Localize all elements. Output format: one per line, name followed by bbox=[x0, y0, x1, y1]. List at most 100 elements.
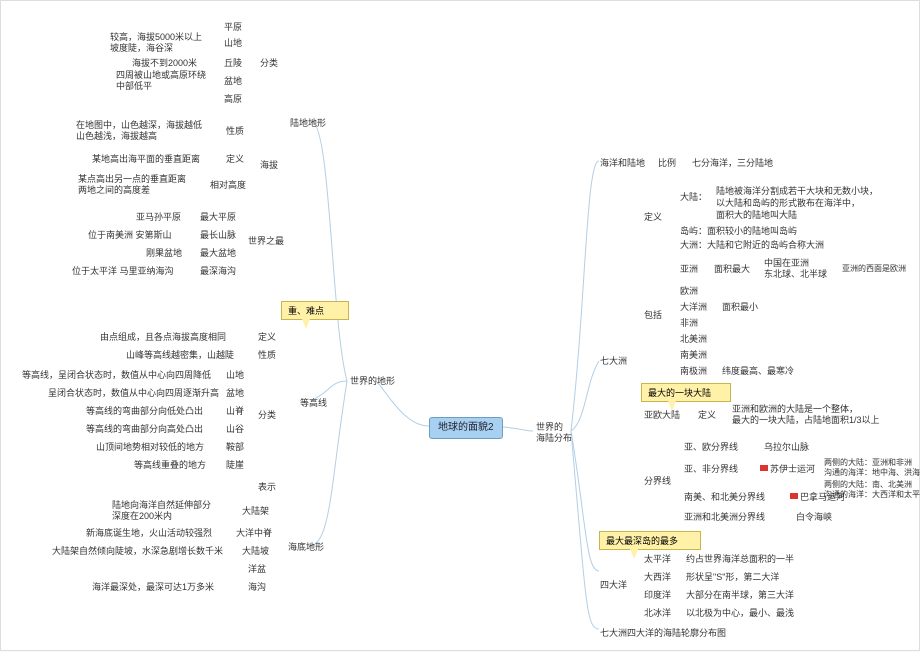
longest-range-l: 最长山脉 bbox=[197, 229, 239, 242]
indian-t: 大部分在南半球，第三大洋 bbox=[683, 589, 797, 602]
antarctica-t: 纬度最高、最寒冷 bbox=[719, 365, 797, 378]
flag-icon bbox=[760, 465, 768, 471]
cc-ridge: 山脊 bbox=[223, 405, 247, 418]
continent-def: 大洲：大陆和它附近的岛屿合称大洲 bbox=[677, 239, 827, 252]
deepest-trench-l: 最深海沟 bbox=[197, 265, 239, 278]
contour-show: 表示 bbox=[255, 481, 279, 494]
contour-char-t: 山峰等高线越密集，山越陡 bbox=[123, 349, 237, 362]
land-terrain[interactable]: 陆地地形 bbox=[287, 117, 329, 130]
contour[interactable]: 等高线 bbox=[297, 397, 330, 410]
cc-basin-t: 呈闭合状态时，数值从中心向四周逐渐升高 bbox=[45, 387, 222, 400]
oceania-small: 面积最小 bbox=[719, 301, 761, 314]
atlantic-t: 形状呈"S"形，第二大洋 bbox=[683, 571, 782, 584]
mainland-t3: 面积大的陆地叫大陆 bbox=[713, 209, 800, 222]
atlantic-l: 大西洋 bbox=[641, 571, 674, 584]
hill-text: 海拔不到2000米 bbox=[129, 57, 200, 70]
indian-l: 印度洋 bbox=[641, 589, 674, 602]
slope-l: 大陆坡 bbox=[239, 545, 272, 558]
namerica: 北美洲 bbox=[677, 333, 710, 346]
cc-mountain-t: 等高线，呈闭合状态时，数值从中心向四周降低 bbox=[19, 369, 214, 382]
europe: 欧洲 bbox=[677, 285, 701, 298]
world-terrain[interactable]: 世界的地形 bbox=[347, 375, 398, 388]
shelf-t: 陆地向海洋自然延伸部分 深度在200米内 bbox=[109, 499, 214, 523]
bering: 白令海峡 bbox=[793, 511, 835, 524]
cc-saddle-t: 山顶间地势相对较低的地方 bbox=[93, 441, 207, 454]
root-node[interactable]: 地球的面貌2 bbox=[429, 417, 503, 439]
cc-cliff: 陡崖 bbox=[223, 459, 247, 472]
asia-na-b: 亚洲和北美洲分界线 bbox=[681, 511, 768, 524]
seven-continents[interactable]: 七大洲 bbox=[597, 355, 630, 368]
pacific-l: 太平洋 bbox=[641, 553, 674, 566]
shelf-l: 大陆架 bbox=[239, 505, 272, 518]
mountain-text: 较高，海拔5000米以上 坡度陡，海谷深 bbox=[107, 31, 205, 55]
altitude-char-text: 在地图中，山色越深，海拔越低 山色越浅，海拔越高 bbox=[73, 119, 205, 143]
rel-height-label: 相对高度 bbox=[207, 179, 249, 192]
asia-africa-b: 亚、非分界线 bbox=[681, 463, 741, 476]
suez-extra: 两侧的大陆：亚洲和非洲 沟通的海洋：地中海、洪海 bbox=[821, 457, 920, 478]
plain: 平原 bbox=[221, 21, 245, 34]
slope-t: 大陆架自然倾向陡坡，水深急剧增长数千米 bbox=[49, 545, 226, 558]
four-oceans[interactable]: 四大洋 bbox=[597, 579, 630, 592]
asia-text: 中国在亚洲 东北球、北半球 bbox=[761, 257, 830, 281]
biggest-basin-t: 刚果盆地 bbox=[143, 247, 185, 260]
cc-basin: 盆地 bbox=[223, 387, 247, 400]
antarctica: 南极洲 bbox=[677, 365, 710, 378]
altitude[interactable]: 海拔 bbox=[257, 159, 281, 172]
includes: 包括 bbox=[641, 309, 665, 322]
contour-def-t: 由点组成，且各点海拔高度相同 bbox=[97, 331, 229, 344]
cc-valley: 山谷 bbox=[223, 423, 247, 436]
arctic-l: 北冰洋 bbox=[641, 607, 674, 620]
basin-text: 四周被山地或高原环绕 中部低平 bbox=[113, 69, 209, 93]
seabed[interactable]: 海底地形 bbox=[285, 541, 327, 554]
callout-biggest-land: 最大的一块大陆 bbox=[641, 383, 731, 402]
rel-height-text: 某点高出另一点的垂直距离 两地之间的高度差 bbox=[75, 173, 189, 197]
cc-saddle: 鞍部 bbox=[223, 441, 247, 454]
asia-extra: 亚洲的西面是欧洲 bbox=[839, 263, 909, 275]
basinfloor: 洋盆 bbox=[245, 563, 269, 576]
asia-europe-b: 亚、欧分界线 bbox=[681, 441, 741, 454]
suez: 苏伊士运河 bbox=[757, 463, 818, 476]
cc-mountain: 山地 bbox=[223, 369, 247, 382]
suez-text: 苏伊士运河 bbox=[770, 464, 815, 474]
longest-range-t: 位于南美洲 安第斯山 bbox=[85, 229, 175, 242]
mountain-label: 山地 bbox=[221, 37, 245, 50]
callout-key: 重、难点 bbox=[281, 301, 349, 320]
cont-def: 定义 bbox=[641, 211, 665, 224]
mainland-t2: 以大陆和岛屿的形式散布在海洋中， bbox=[713, 197, 863, 210]
asia-biggest: 面积最大 bbox=[711, 263, 753, 276]
world-most[interactable]: 世界之最 bbox=[245, 235, 287, 248]
deepest-trench-t: 位于太平洋 马里亚纳海沟 bbox=[69, 265, 177, 278]
altitude-char-label: 性质 bbox=[223, 125, 247, 138]
contour-char-l: 性质 bbox=[255, 349, 279, 362]
mindmap-canvas: 地球的面貌2 世界的地形 陆地地形 分类 平原 山地 较高，海拔5000米以上 … bbox=[0, 0, 920, 651]
sea-land-dist[interactable]: 世界的 海陆分布 bbox=[533, 421, 575, 445]
cc-valley-t: 等高线的弯曲部分向高处凸出 bbox=[83, 423, 206, 436]
arctic-t: 以北极为中心，最小、最浅 bbox=[683, 607, 797, 620]
outline-map: 七大洲四大洋的海陆轮廓分布图 bbox=[597, 627, 729, 640]
biggest-plain-t: 亚马孙平原 bbox=[133, 211, 184, 224]
contour-def-l: 定义 bbox=[255, 331, 279, 344]
africa: 非洲 bbox=[677, 317, 701, 330]
mainland-l: 大陆： bbox=[677, 191, 710, 204]
midridge-t: 新海底诞生地，火山活动较强烈 bbox=[83, 527, 215, 540]
island-def: 岛屿：面积较小的陆地叫岛屿 bbox=[677, 225, 800, 238]
contour-classify-l: 分类 bbox=[255, 409, 279, 422]
eurasia: 亚欧大陆 bbox=[641, 409, 683, 422]
altitude-def-text: 某地高出海平面的垂直距离 bbox=[89, 153, 203, 166]
boundaries: 分界线 bbox=[641, 475, 674, 488]
ratio-label: 比例 bbox=[655, 157, 679, 170]
ocean-land[interactable]: 海洋和陆地 bbox=[597, 157, 648, 170]
trench-t: 海洋最深处，最深可达1万多米 bbox=[89, 581, 217, 594]
eurasia-t: 亚洲和欧洲的大陆是一个整体， 最大的一块大陆，占陆地面积1/3以上 bbox=[729, 403, 883, 427]
hill-label: 丘陵 bbox=[221, 57, 245, 70]
cc-cliff-t: 等高线重叠的地方 bbox=[131, 459, 209, 472]
eurasia-def: 定义 bbox=[695, 409, 719, 422]
land-classify[interactable]: 分类 bbox=[257, 57, 281, 70]
oceania: 大洋洲 bbox=[677, 301, 710, 314]
asia: 亚洲 bbox=[677, 263, 701, 276]
samerica: 南美洲 bbox=[677, 349, 710, 362]
panama-extra: 两侧的大陆：南、北美洲 沟通的海洋：大西洋和太平洋 bbox=[821, 479, 920, 500]
altitude-def-label: 定义 bbox=[223, 153, 247, 166]
mainland-t1: 陆地被海洋分割成若干大块和无数小块， bbox=[713, 185, 881, 198]
biggest-plain-l: 最大平原 bbox=[197, 211, 239, 224]
